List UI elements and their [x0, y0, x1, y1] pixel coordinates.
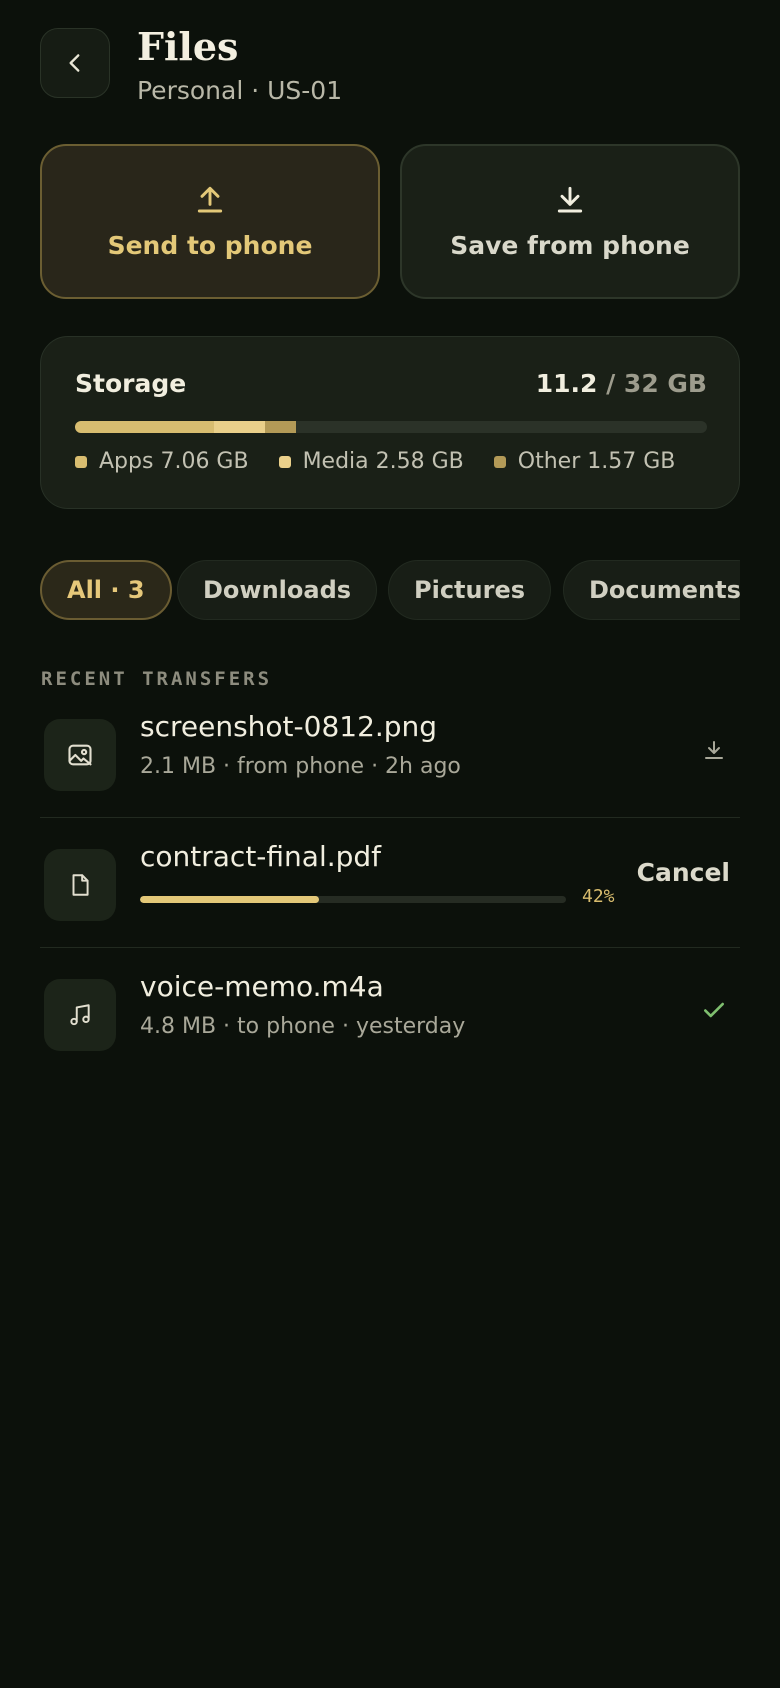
- storage-card: Storage 11.2 / 32 GB Apps 7.06 GB Media …: [40, 336, 740, 509]
- legend-dot-media: [278, 455, 291, 468]
- send-to-phone-button[interactable]: Send to phone: [40, 144, 380, 299]
- file-icon-tile: [44, 849, 116, 921]
- storage-bar: [75, 421, 707, 433]
- file-name: voice-memo.m4a: [140, 970, 384, 1003]
- document-icon: [72, 874, 89, 896]
- cancel-transfer-button[interactable]: Cancel: [637, 858, 730, 887]
- upload-icon: [197, 186, 223, 213]
- storage-bar-other: [265, 421, 297, 433]
- storage-usage: 11.2 / 32 GB: [536, 369, 707, 398]
- legend-label-media: Media: [302, 449, 369, 474]
- legend-size-other: 1.57 GB: [587, 449, 676, 474]
- file-icon-tile: [44, 719, 116, 791]
- file-icon-tile: [44, 979, 116, 1051]
- storage-bar-apps: [75, 421, 215, 433]
- save-from-phone-button[interactable]: Save from phone: [400, 144, 740, 299]
- transfer-row[interactable]: screenshot-0812.png 2.1 MB · from phone …: [40, 688, 740, 818]
- download-file-button[interactable]: [696, 732, 732, 768]
- back-button[interactable]: [40, 28, 110, 98]
- chip-all[interactable]: All · 3: [40, 560, 172, 620]
- file-name: contract-final.pdf: [140, 840, 382, 873]
- file-meta: 4.8 MB · to phone · yesterday: [140, 1014, 466, 1039]
- chip-pictures[interactable]: Pictures: [388, 560, 551, 620]
- legend-size-apps: 7.06 GB: [160, 449, 249, 474]
- page-subtitle: Personal · US-01: [137, 76, 343, 105]
- legend-item-media: Media 2.58 GB: [278, 449, 464, 474]
- download-icon: [705, 741, 723, 759]
- storage-total-value: 32 GB: [623, 369, 707, 398]
- transfer-row: contract-final.pdf 42% Cancel: [40, 818, 740, 948]
- chip-documents[interactable]: Documents: [563, 560, 740, 620]
- file-meta: 2.1 MB · from phone · 2h ago: [140, 754, 461, 779]
- page-title: Files: [137, 24, 239, 69]
- filter-chips: All · 3 Downloads Pictures Documents: [40, 558, 740, 624]
- storage-used-value: 11.2: [535, 369, 598, 398]
- check-icon: [704, 1002, 724, 1018]
- legend-label-other: Other: [517, 449, 581, 474]
- storage-legend: Apps 7.06 GB Media 2.58 GB Other 1.57 GB: [75, 449, 705, 474]
- file-name: screenshot-0812.png: [140, 710, 438, 743]
- transfer-progress-fill: [140, 896, 319, 903]
- legend-item-other: Other 1.57 GB: [493, 449, 676, 474]
- music-note-icon: [70, 1004, 90, 1026]
- storage-separator: /: [597, 369, 624, 398]
- save-from-phone-label: Save from phone: [450, 231, 690, 260]
- completed-status: [696, 992, 732, 1028]
- chevron-left-icon: [69, 54, 80, 72]
- section-title: RECENT TRANSFERS: [41, 668, 273, 690]
- chip-downloads[interactable]: Downloads: [177, 560, 378, 620]
- storage-title: Storage: [75, 369, 187, 398]
- legend-dot-other: [493, 455, 506, 468]
- transfer-progress-label: 42%: [582, 886, 615, 907]
- legend-label-apps: Apps: [99, 449, 154, 474]
- image-icon: [68, 744, 92, 766]
- legend-dot-apps: [75, 455, 87, 468]
- header: Files Personal · US-01: [40, 24, 740, 108]
- legend-size-media: 2.58 GB: [375, 449, 464, 474]
- transfer-progress-bar: [140, 896, 566, 903]
- transfer-row[interactable]: voice-memo.m4a 4.8 MB · to phone · yeste…: [40, 948, 740, 1078]
- send-to-phone-label: Send to phone: [107, 231, 313, 260]
- storage-bar-media: [214, 421, 266, 433]
- legend-item-apps: Apps 7.06 GB: [75, 449, 249, 474]
- download-icon: [557, 186, 583, 213]
